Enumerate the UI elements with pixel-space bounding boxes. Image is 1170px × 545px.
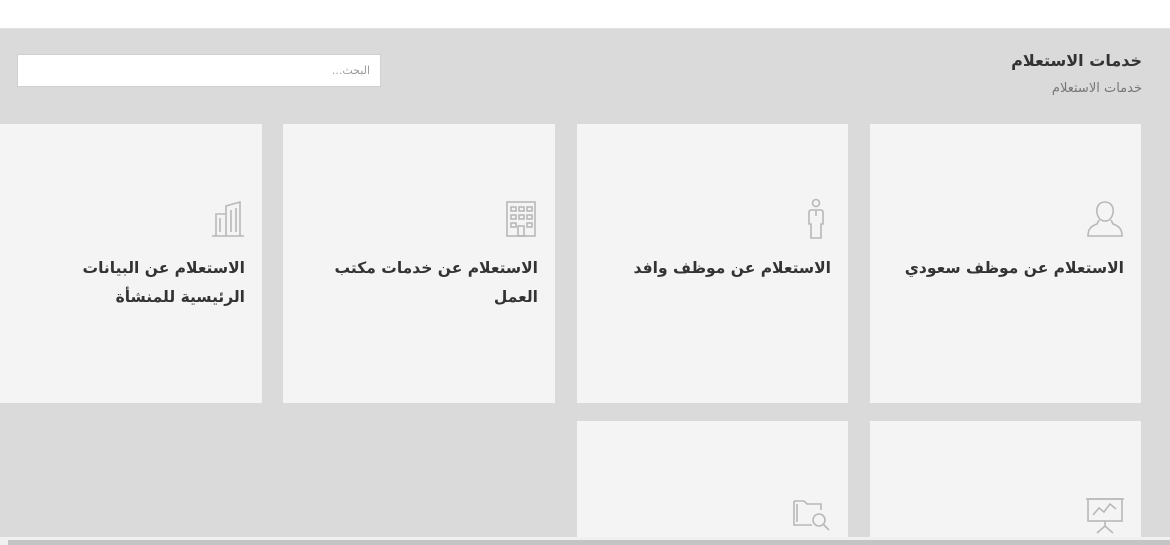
presentation-board-icon <box>1085 493 1125 535</box>
card-label: الاستعلام عن موظف وافد <box>633 259 831 277</box>
card-presentation[interactable] <box>870 421 1141 545</box>
standing-person-icon <box>792 198 832 240</box>
search-input[interactable] <box>18 55 380 86</box>
card-labor-office-services[interactable]: الاستعلام عن خدمات مكتب العمل <box>283 124 555 403</box>
card-label: الاستعلام عن خدمات مكتب العمل <box>334 259 539 306</box>
breadcrumb[interactable]: خدمات الاستعلام <box>1052 81 1142 96</box>
user-icon <box>1085 198 1125 240</box>
card-establishment-data[interactable]: الاستعلام عن البيانات الرئيسية للمنشأة <box>0 124 262 403</box>
card-label: الاستعلام عن موظف سعودي <box>904 259 1124 277</box>
main-content: خدمات الاستعلام خدمات الاستعلام الاستعلا… <box>0 29 1170 545</box>
top-bar <box>0 0 1170 29</box>
card-folder-search[interactable] <box>577 421 848 545</box>
folder-search-icon <box>792 493 832 535</box>
search-box[interactable] <box>17 54 381 87</box>
page-title: خدمات الاستعلام <box>1011 51 1142 70</box>
buildings-icon <box>206 198 246 240</box>
card-saudi-employee[interactable]: الاستعلام عن موظف سعودي <box>870 124 1141 403</box>
card-label: الاستعلام عن البيانات الرئيسية للمنشأة <box>82 259 245 306</box>
office-building-icon <box>499 198 539 240</box>
scrollbar-thumb[interactable] <box>8 540 1170 545</box>
card-expat-employee[interactable]: الاستعلام عن موظف وافد <box>577 124 848 403</box>
